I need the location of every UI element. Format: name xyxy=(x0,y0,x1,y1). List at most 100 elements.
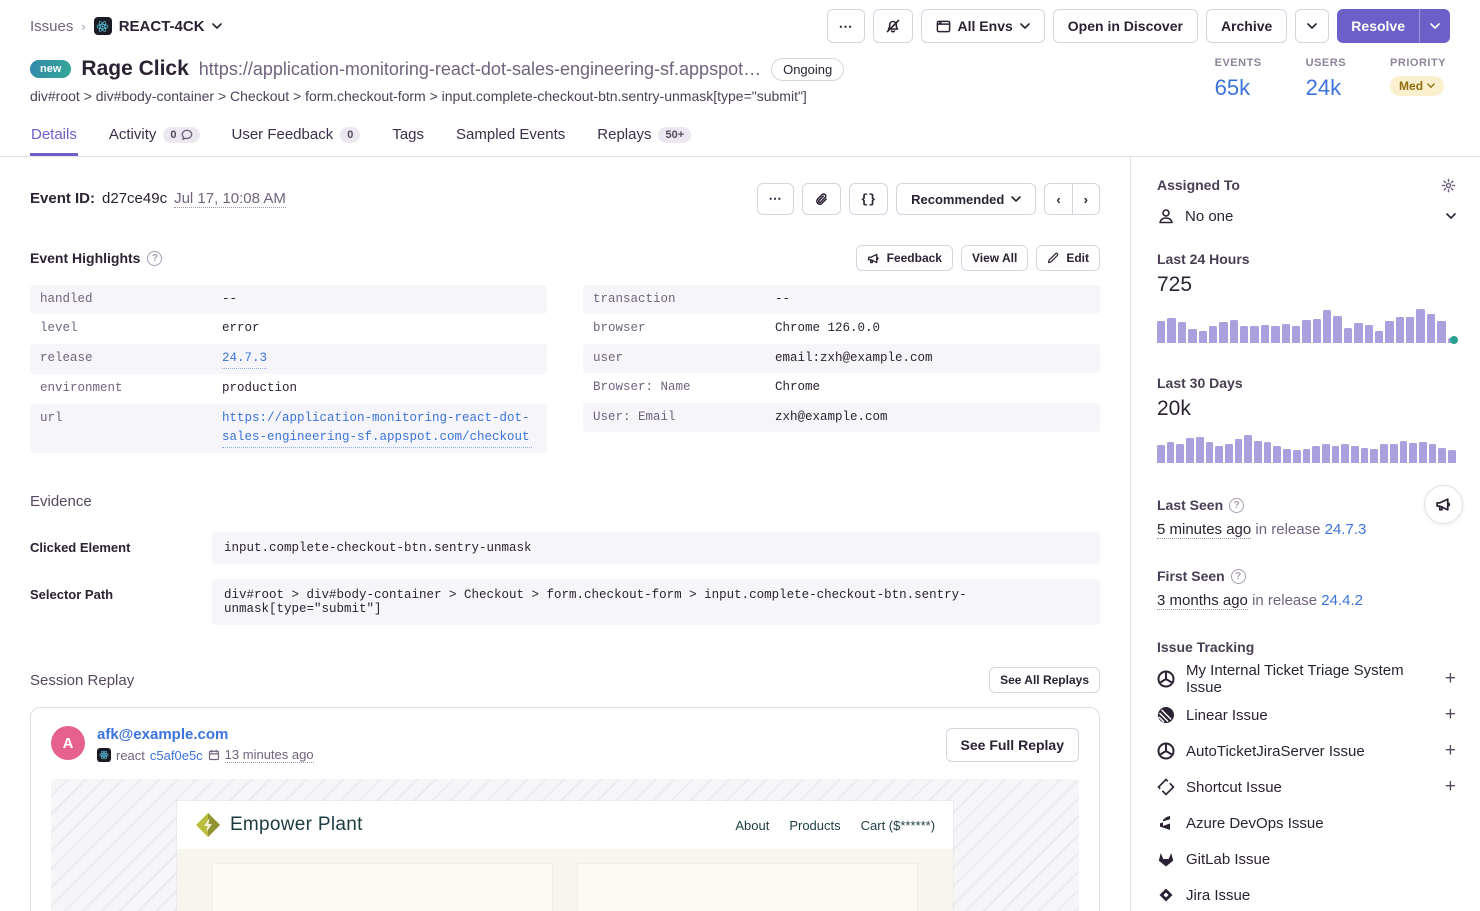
add-issue-button[interactable]: + xyxy=(1445,668,1456,690)
open-in-discover-button[interactable]: Open in Discover xyxy=(1053,9,1198,43)
replay-user-email-link[interactable]: afk@example.com xyxy=(97,726,314,743)
histogram-bar xyxy=(1354,323,1362,343)
issue-tracking-label[interactable]: Azure DevOps Issue xyxy=(1186,815,1324,832)
feedback-button[interactable]: Feedback xyxy=(856,245,953,271)
highlight-row: transaction-- xyxy=(583,285,1100,314)
resolve-split-button: Resolve xyxy=(1337,9,1450,43)
event-sort-dropdown[interactable]: Recommended xyxy=(896,183,1036,215)
mute-notifications-button[interactable] xyxy=(873,9,913,43)
priority-value: Med xyxy=(1399,79,1423,93)
histogram-bar xyxy=(1176,444,1184,463)
next-event-button[interactable]: › xyxy=(1072,183,1100,215)
first-seen-release-link[interactable]: 24.4.2 xyxy=(1321,592,1363,609)
chevron-left-icon: ‹ xyxy=(1056,192,1060,207)
event-sort-label: Recommended xyxy=(911,192,1004,207)
breadcrumb-issues-link[interactable]: Issues xyxy=(30,18,73,35)
event-link-button[interactable] xyxy=(802,183,841,215)
environment-selector-button[interactable]: All Envs xyxy=(921,9,1045,43)
tab-sampled-events[interactable]: Sampled Events xyxy=(455,118,566,156)
tab-activity[interactable]: Activity 0 xyxy=(108,118,201,156)
view-all-button[interactable]: View All xyxy=(961,245,1028,271)
project-selector[interactable]: REACT-4CK xyxy=(94,17,222,35)
jira-icon xyxy=(1157,886,1175,904)
event-timestamp[interactable]: Jul 17, 10:08 AM xyxy=(174,190,286,208)
issue-tracking-label[interactable]: Shortcut Issue xyxy=(1186,779,1282,796)
see-all-replays-button[interactable]: See All Replays xyxy=(989,667,1100,693)
last-seen-release-link[interactable]: 24.7.3 xyxy=(1325,521,1367,538)
histogram-bar xyxy=(1322,444,1330,463)
replay-time-ago[interactable]: 13 minutes ago xyxy=(225,747,314,763)
add-issue-button[interactable]: + xyxy=(1445,704,1456,726)
histogram-bar xyxy=(1225,444,1233,463)
previous-event-button[interactable]: ‹ xyxy=(1044,183,1071,215)
archive-button[interactable]: Archive xyxy=(1206,9,1287,43)
floating-feedback-button[interactable] xyxy=(1424,485,1463,524)
gear-icon[interactable] xyxy=(1441,178,1456,193)
histogram-bar xyxy=(1448,450,1456,463)
event-more-button[interactable]: ⋯ xyxy=(757,183,794,215)
users-count-link[interactable]: 24k xyxy=(1306,75,1346,101)
replayed-nav-about: About xyxy=(735,818,769,833)
add-issue-button[interactable]: + xyxy=(1445,776,1456,798)
tab-tags[interactable]: Tags xyxy=(391,118,425,156)
chevron-right-icon: › xyxy=(1084,192,1088,207)
highlight-row: User: Emailzxh@example.com xyxy=(583,403,1100,432)
last-24-hours-title: Last 24 Hours xyxy=(1157,251,1250,267)
tab-details[interactable]: Details xyxy=(30,118,78,156)
last-seen-time[interactable]: 5 minutes ago xyxy=(1157,521,1251,539)
more-actions-button[interactable]: ⋯ xyxy=(827,9,865,43)
assignee-dropdown[interactable]: No one xyxy=(1157,207,1456,225)
selector-path-label: Selector Path xyxy=(30,579,212,602)
issue-tracking-item: Shortcut Issue + xyxy=(1157,769,1456,805)
see-full-replay-button[interactable]: See Full Replay xyxy=(946,728,1079,762)
issue-tracking-label[interactable]: AutoTicketJiraServer Issue xyxy=(1186,743,1365,760)
resolve-dropdown-button[interactable] xyxy=(1419,9,1450,43)
chevron-down-icon xyxy=(1427,83,1435,89)
issue-tracking-title: Issue Tracking xyxy=(1157,639,1254,655)
histogram-bar xyxy=(1188,329,1196,343)
issue-tracking-label[interactable]: My Internal Ticket Triage System Issue xyxy=(1186,662,1434,696)
first-seen-time[interactable]: 3 months ago xyxy=(1157,592,1248,610)
help-icon[interactable]: ? xyxy=(147,251,162,266)
add-issue-button[interactable]: + xyxy=(1445,740,1456,762)
window-icon xyxy=(936,19,951,34)
edit-button-label: Edit xyxy=(1066,251,1089,265)
issue-tracking-label[interactable]: Linear Issue xyxy=(1186,707,1268,724)
events-label: EVENTS xyxy=(1215,57,1262,69)
latest-event-dot xyxy=(1450,336,1458,344)
replay-id-link[interactable]: c5af0e5c xyxy=(150,748,203,763)
events-count-link[interactable]: 65k xyxy=(1215,75,1262,101)
archive-dropdown-button[interactable] xyxy=(1295,9,1329,43)
priority-dropdown[interactable]: Med xyxy=(1390,76,1444,96)
help-icon[interactable]: ? xyxy=(1231,569,1246,584)
histogram-bar xyxy=(1196,437,1204,463)
url-link[interactable]: https://application-monitoring-react-dot… xyxy=(222,409,532,449)
tab-replays[interactable]: Replays50+ xyxy=(596,118,692,156)
issue-tabs: Details Activity 0 User Feedback0 Tags S… xyxy=(0,118,1480,157)
histogram-bar xyxy=(1365,325,1373,343)
bell-slash-icon xyxy=(885,18,901,34)
replay-preview[interactable]: Empower Plant About Products Cart ($****… xyxy=(51,779,1079,911)
resolve-button[interactable]: Resolve xyxy=(1337,9,1419,43)
users-label: USERS xyxy=(1306,57,1346,69)
ellipsis-icon: ⋯ xyxy=(769,191,782,207)
help-icon[interactable]: ? xyxy=(1229,498,1244,513)
tab-user-feedback[interactable]: User Feedback0 xyxy=(231,118,362,156)
highlight-row: Browser: NameChrome xyxy=(583,373,1100,402)
issue-tracking-label[interactable]: GitLab Issue xyxy=(1186,851,1270,868)
release-link[interactable]: 24.7.3 xyxy=(222,349,267,369)
event-json-button[interactable]: {} xyxy=(849,183,889,215)
histogram-bar xyxy=(1385,321,1393,343)
histogram-bar xyxy=(1157,321,1165,343)
histogram-bar xyxy=(1250,326,1258,343)
chevron-down-icon xyxy=(212,23,222,30)
status-badge: Ongoing xyxy=(771,58,844,81)
event-highlights-title: Event Highlights xyxy=(30,250,140,266)
empower-plant-logo-icon xyxy=(195,812,221,838)
clicked-element-value: input.complete-checkout-btn.sentry-unmas… xyxy=(212,532,1100,564)
issue-subtitle-url: https://application-monitoring-react-dot… xyxy=(199,59,761,80)
histogram-bar xyxy=(1406,317,1414,343)
edit-highlights-button[interactable]: Edit xyxy=(1036,245,1100,271)
histogram-bar xyxy=(1235,439,1243,463)
issue-tracking-label[interactable]: Jira Issue xyxy=(1186,887,1250,904)
